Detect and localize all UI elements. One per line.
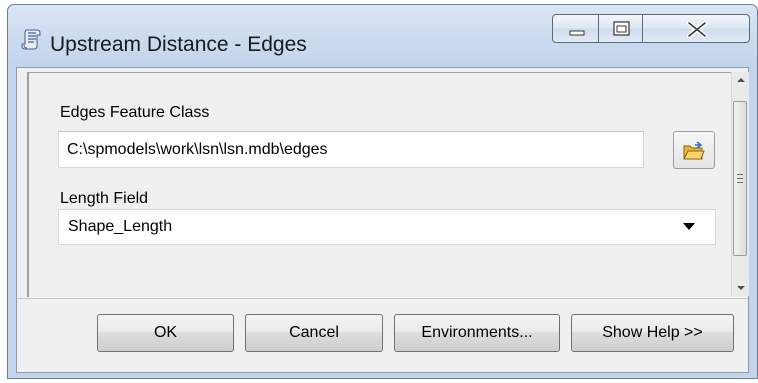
close-icon (686, 20, 708, 39)
vertical-scrollbar[interactable] (731, 72, 749, 296)
scroll-down-arrow-icon[interactable] (732, 279, 749, 296)
minimize-icon (569, 30, 585, 36)
window-title: Upstream Distance - Edges (50, 33, 307, 56)
dropdown-arrow-icon[interactable] (683, 223, 695, 230)
length-field-label: Length Field (60, 190, 149, 207)
dialog-window: Upstream Distance - Edges Edges Feature … (7, 4, 758, 379)
open-folder-icon (683, 141, 705, 160)
dialog-body: Edges Feature Class Length Field Shape_L… (16, 67, 749, 373)
parameters-pane: Edges Feature Class Length Field Shape_L… (27, 72, 733, 297)
length-field-dropdown[interactable]: Shape_Length (58, 209, 716, 245)
grip-icon (737, 174, 743, 183)
edges-feature-class-input[interactable] (58, 131, 644, 168)
caption-buttons (552, 14, 752, 44)
title-bar[interactable]: Upstream Distance - Edges (8, 5, 757, 61)
close-button[interactable] (642, 14, 750, 43)
footer-divider (17, 298, 748, 299)
minimize-button[interactable] (552, 14, 599, 43)
browse-button[interactable] (673, 131, 715, 169)
edges-feature-class-label: Edges Feature Class (60, 104, 210, 121)
maximize-button[interactable] (598, 14, 643, 43)
length-field-value: Shape_Length (68, 218, 173, 235)
scroll-up-arrow-icon[interactable] (732, 72, 749, 89)
scrollbar-thumb[interactable] (733, 101, 747, 256)
cancel-button[interactable]: Cancel (245, 314, 383, 352)
environments-button[interactable]: Environments... (394, 314, 560, 352)
geoprocessing-script-icon (21, 28, 43, 50)
maximize-icon (613, 21, 630, 36)
show-help-button[interactable]: Show Help >> (571, 314, 734, 352)
ok-button[interactable]: OK (97, 314, 234, 352)
